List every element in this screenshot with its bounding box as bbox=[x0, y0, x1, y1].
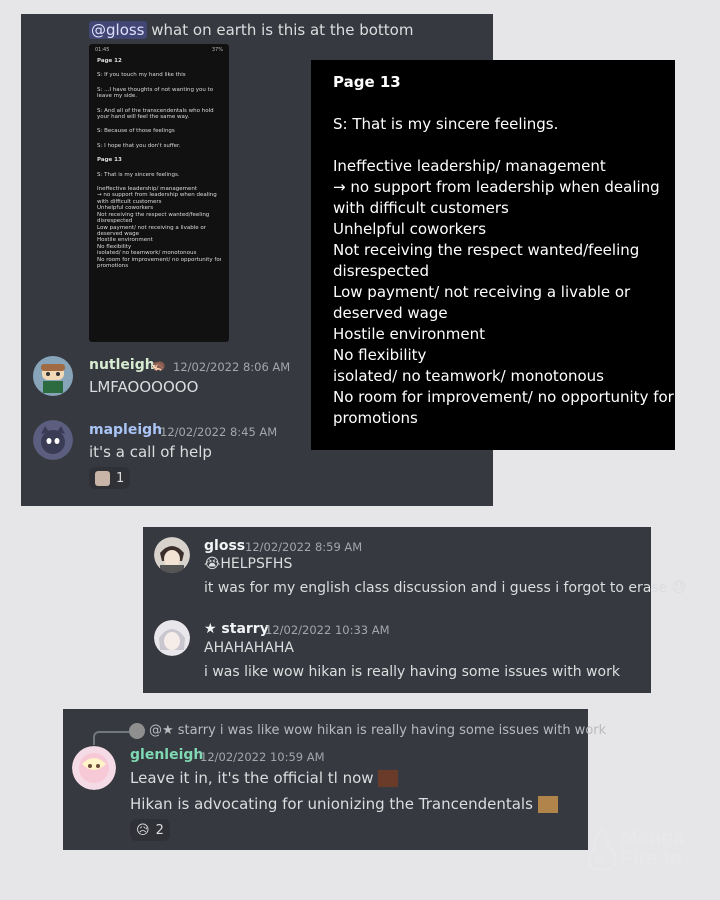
message-text: AHAHAHAHA bbox=[204, 640, 294, 656]
phone-note-text: Page 12 S: If you touch my hand like this… bbox=[89, 56, 229, 271]
flame-logo-icon: M bbox=[587, 826, 617, 872]
text-line: promotions bbox=[97, 262, 129, 269]
message-text: 😭HELPSFHS bbox=[204, 556, 292, 572]
avatar-starry[interactable] bbox=[154, 620, 190, 656]
message-text: it was for my english class discussion a… bbox=[204, 580, 686, 596]
watermark-line2: Fire.to bbox=[621, 848, 683, 870]
message-line: Hikan is advocating for unionizing the T… bbox=[130, 795, 533, 813]
text-line: with difficult customers bbox=[333, 199, 509, 217]
sweat-emoji-icon: 😥 bbox=[136, 822, 150, 838]
reply-username[interactable]: @★ starry bbox=[149, 723, 216, 738]
reply-connector bbox=[93, 731, 129, 745]
message-text: Leave it in, it's the official tl now bbox=[130, 769, 399, 787]
text-line: Hostile environment bbox=[333, 325, 486, 343]
avatar-image bbox=[33, 356, 73, 396]
username-mapleigh[interactable]: mapleigh bbox=[89, 422, 162, 438]
phone-battery: 37% bbox=[211, 47, 223, 53]
reaction-count: 1 bbox=[116, 470, 125, 486]
avatar-nutleigh[interactable] bbox=[33, 356, 73, 396]
text-line: No room for improvement/ no opportunity … bbox=[97, 256, 221, 263]
message-line: Leave it in, it's the official tl now bbox=[130, 769, 374, 787]
text-line: promotions bbox=[333, 409, 418, 427]
text-line: Unhelpful coworkers bbox=[333, 220, 487, 238]
reaction-button[interactable]: 1 bbox=[89, 467, 131, 489]
watermark-logo: M Manga Fire.to bbox=[585, 826, 715, 872]
custom-emoji-icon bbox=[378, 770, 399, 787]
reply-text: i was like wow hikan is really having so… bbox=[219, 723, 607, 738]
username-glenleigh[interactable]: glenleigh bbox=[130, 747, 203, 763]
timestamp: 12/02/2022 8:59 AM bbox=[245, 540, 363, 554]
attached-screenshot[interactable]: 01:45 37% Page 12 S: If you touch my hand… bbox=[89, 44, 229, 342]
crying-emoji-icon: 😭 bbox=[204, 556, 221, 572]
text-line: → no support from leadership when dealin… bbox=[333, 178, 660, 196]
text-line: No flexibility bbox=[333, 346, 427, 364]
role-badge-icon: 🦔 bbox=[151, 358, 166, 372]
reaction-count: 2 bbox=[155, 822, 164, 838]
reaction-button[interactable]: 😥 2 bbox=[130, 819, 170, 841]
username-nutleigh[interactable]: nutleigh bbox=[89, 357, 155, 373]
avatar-image bbox=[72, 746, 116, 790]
watermark-line1: Manga bbox=[621, 827, 685, 849]
message-line: it was for my english class discussion a… bbox=[204, 580, 668, 596]
avatar-image bbox=[154, 620, 190, 656]
chat-panel-3: @★ starry i was like wow hikan is really… bbox=[63, 709, 606, 850]
timestamp: 12/02/2022 10:59 AM bbox=[200, 750, 325, 764]
chat-panel-2: gloss 12/02/2022 8:59 AM 😭HELPSFHS it wa… bbox=[143, 527, 686, 693]
message-line: HELPSFHS bbox=[220, 556, 293, 572]
custom-emoji-icon bbox=[537, 796, 558, 813]
timestamp: 12/02/2022 10:33 AM bbox=[265, 623, 390, 637]
svg-text:M: M bbox=[594, 853, 604, 867]
text-line: Not receiving the respect wanted/feeling bbox=[333, 241, 640, 259]
avatar-glenleigh[interactable] bbox=[72, 746, 116, 790]
message-body: what on earth is this at the bottom bbox=[151, 21, 414, 39]
mention-gloss[interactable]: @gloss bbox=[89, 21, 147, 39]
username-starry[interactable]: ★ starry bbox=[204, 621, 269, 637]
text-line: isolated/ no teamwork/ monotonous bbox=[333, 367, 604, 385]
username-gloss[interactable]: gloss bbox=[204, 538, 245, 554]
timestamp: 12/02/2022 8:06 AM bbox=[173, 360, 291, 374]
text-line: Ineffective leadership/ management bbox=[333, 157, 606, 175]
reply-avatar bbox=[129, 723, 145, 739]
text-line: Low payment/ not receiving a livable or bbox=[333, 283, 631, 301]
text-line: Low payment/ not receiving a livable or bbox=[97, 224, 206, 231]
message-text: LMFAOOOOOO bbox=[89, 378, 199, 396]
phone-status-bar: 01:45 37% bbox=[89, 44, 229, 56]
page-heading: Page 13 bbox=[333, 73, 401, 91]
text-line: S: That is my sincere feelings. bbox=[333, 115, 559, 133]
message-text: i was like wow hikan is really having so… bbox=[204, 664, 620, 680]
text-line: disrespected bbox=[333, 262, 430, 280]
message-text: Hikan is advocating for unionizing the T… bbox=[130, 795, 558, 813]
avatar-gloss[interactable] bbox=[154, 537, 190, 573]
custom-emoji-icon bbox=[95, 470, 110, 486]
text-line: → no support from leadership when dealin… bbox=[97, 192, 217, 199]
message-text: @gloss what on earth is this at the bott… bbox=[89, 21, 413, 39]
message-text: it's a call of help bbox=[89, 443, 212, 461]
zoomed-note-text: Page 13 S: That is my sincere feelings. In… bbox=[311, 60, 675, 429]
text-line: deserved wage bbox=[333, 304, 448, 322]
phone-time: 01:45 bbox=[95, 47, 110, 53]
timestamp: 12/02/2022 8:45 AM bbox=[160, 425, 278, 439]
reply-preview[interactable]: @★ starry i was like wow hikan is really… bbox=[149, 723, 606, 738]
sweat-emoji-icon: 😓 bbox=[671, 580, 687, 596]
avatar-mapleigh[interactable] bbox=[33, 420, 73, 460]
text-line: No room for improvement/ no opportunity … bbox=[333, 388, 674, 406]
zoomed-text-box: Page 13 S: That is my sincere feelings. In… bbox=[311, 60, 675, 450]
avatar-image bbox=[33, 420, 73, 460]
avatar-image bbox=[154, 537, 190, 573]
